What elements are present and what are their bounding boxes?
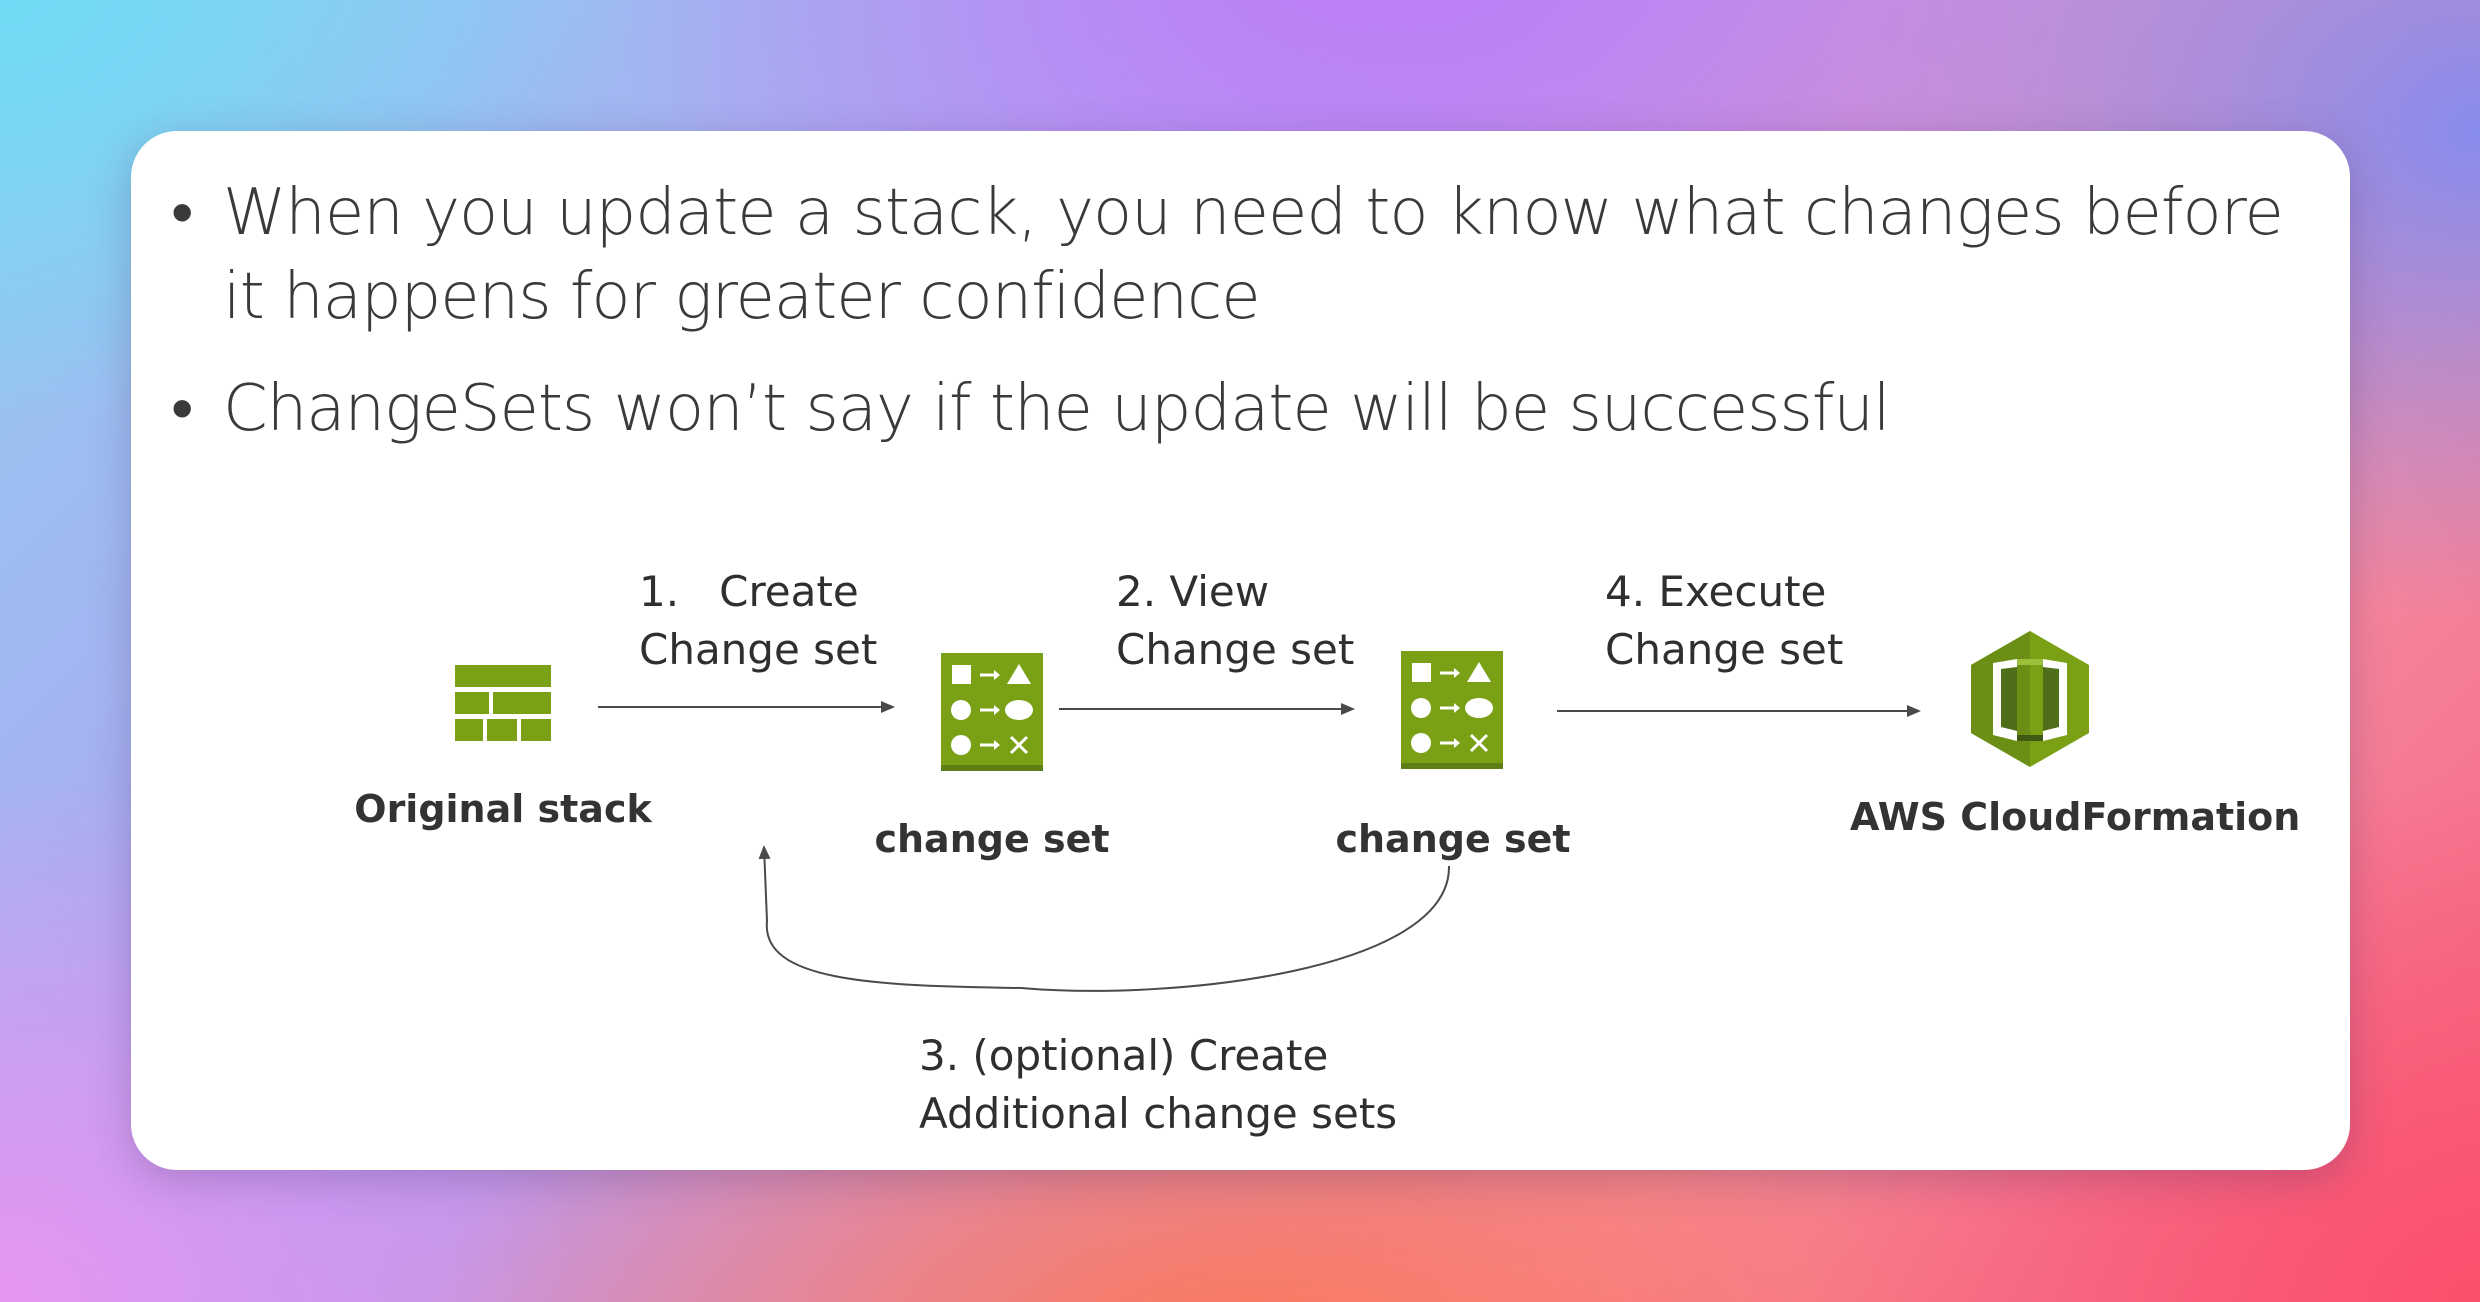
step-create-line1: 1. Create xyxy=(639,567,859,616)
step-create-label: 1. Create Change set xyxy=(639,563,877,679)
step-view-label: 2. View Change set xyxy=(1116,563,1354,679)
node-cloudformation-caption: AWS CloudFormation xyxy=(1850,795,2301,839)
change-set-icon xyxy=(941,653,1043,771)
stack-bricks-icon xyxy=(455,665,551,741)
arrow-optional-loop xyxy=(758,845,1451,992)
step-create-line2: Change set xyxy=(639,625,878,674)
node-change-set-1-caption: change set xyxy=(874,817,1110,861)
node-change-set-2-caption: change set xyxy=(1335,817,1571,861)
step-execute-label: 4. Execute Change set xyxy=(1605,563,1843,679)
step-optional-label: 3. (optional) Create Additional change s… xyxy=(919,1027,1397,1143)
step-optional-line1: 3. (optional) Create xyxy=(919,1031,1329,1080)
node-original-stack-caption: Original stack xyxy=(354,787,652,831)
cloudformation-icon xyxy=(1971,631,2089,767)
step-view-line1: 2. View xyxy=(1116,567,1270,616)
step-view-line2: Change set xyxy=(1116,625,1355,674)
step-execute-line1: 4. Execute xyxy=(1605,567,1827,616)
slide-card: When you update a stack, you need to kno… xyxy=(131,131,2350,1170)
change-set-icon xyxy=(1401,651,1503,769)
step-execute-line2: Change set xyxy=(1605,625,1844,674)
step-optional-line2: Additional change sets xyxy=(919,1089,1398,1138)
